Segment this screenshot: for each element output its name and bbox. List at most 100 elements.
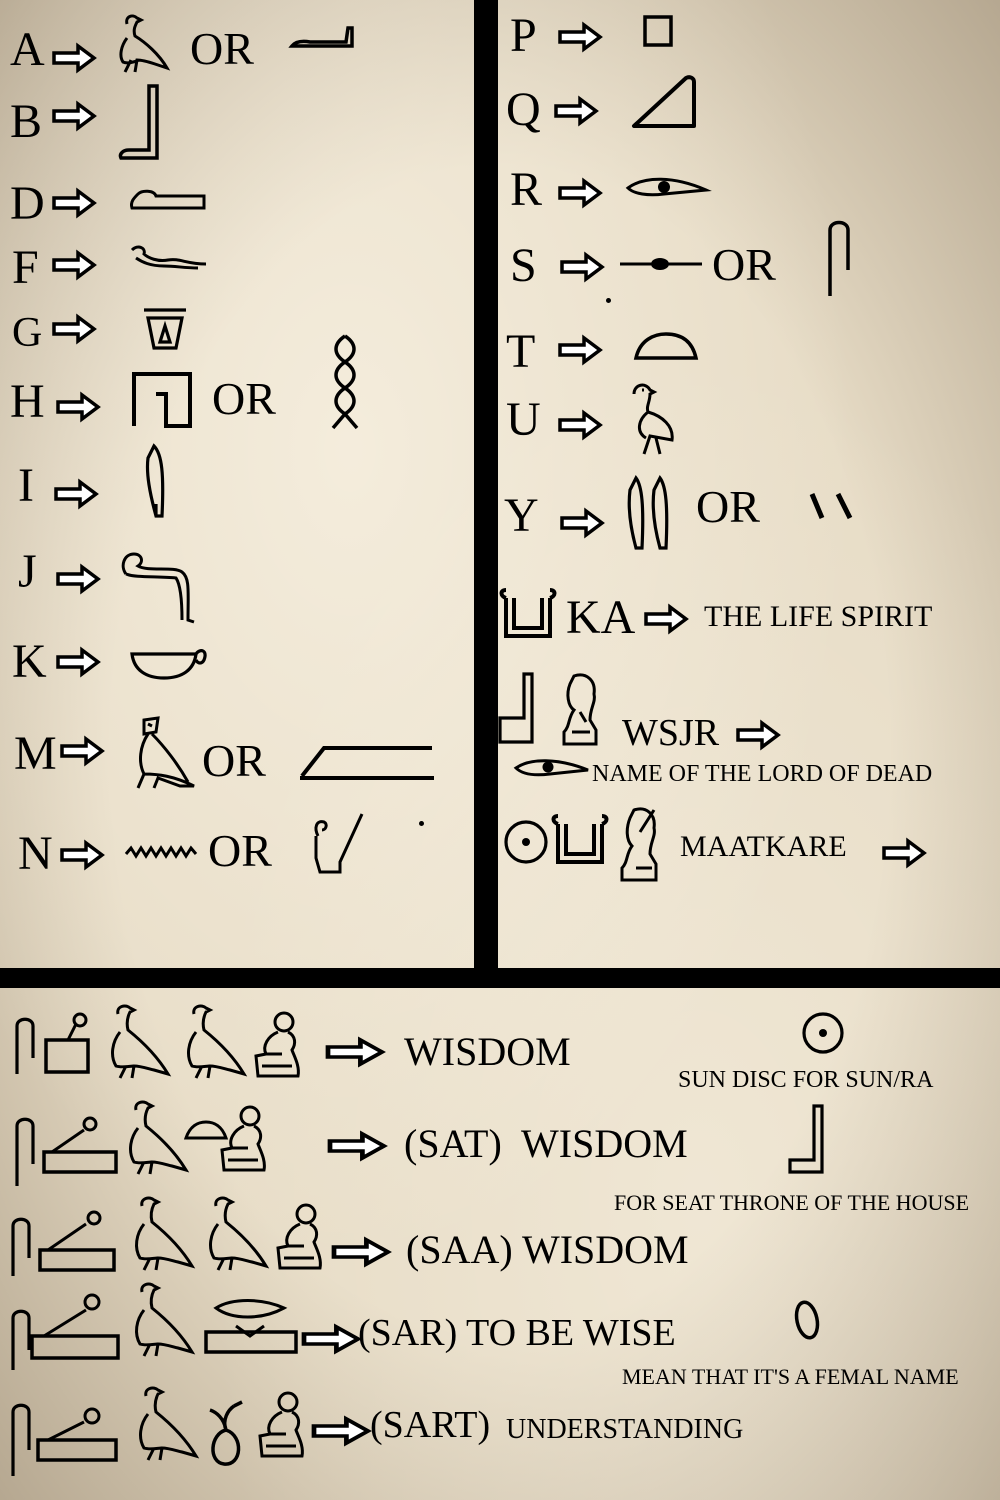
letter-q: Q (506, 83, 541, 136)
forearm-icon (290, 26, 360, 52)
arrow-icon (882, 839, 926, 867)
arrow-icon (644, 605, 688, 633)
seated-man-icon (252, 1390, 312, 1462)
or-label: OR (202, 735, 266, 786)
arrow-icon (334, 1239, 394, 1265)
arrow-icon (736, 721, 780, 749)
seated-man-icon (248, 1010, 308, 1080)
letter-m: M (14, 727, 57, 780)
letter-n: N (18, 827, 53, 880)
arrow-icon (558, 336, 602, 364)
lashing-icon (34, 1400, 122, 1464)
vulture-icon (118, 1100, 192, 1176)
arrow-icon (52, 315, 96, 343)
water-icon (124, 844, 200, 860)
note-female: MEAN THAT IT'S A FEMAL NAME (622, 1364, 959, 1389)
vulture-icon (105, 12, 175, 76)
arrow-icon (558, 411, 602, 439)
phrase-5: (SART) (370, 1404, 491, 1446)
eye-icon (624, 174, 710, 204)
horizontal-divider (0, 968, 1000, 988)
reed-leaf-icon (142, 444, 168, 520)
door-bolt-icon (618, 258, 704, 270)
letter-a: A (10, 23, 45, 76)
or-label: OR (212, 373, 276, 424)
egg-icon (790, 1298, 826, 1342)
lashing-icon (28, 1290, 124, 1362)
diagonal-strokes-icon (808, 490, 854, 522)
folded-cloth-icon (12, 1114, 38, 1188)
letter-t: T (506, 325, 536, 378)
arrow-icon (328, 1039, 388, 1065)
jar-stand-icon (140, 306, 190, 352)
quail-chick-icon (626, 380, 680, 456)
seated-woman-icon (614, 806, 670, 884)
letter-u: U (506, 393, 541, 446)
ka-arms-icon (550, 816, 610, 866)
letter-r: R (510, 163, 543, 216)
double-reed-icon (626, 476, 676, 552)
arrow-icon (560, 509, 604, 537)
vulture-icon (124, 1282, 198, 1362)
arrow-icon (60, 841, 104, 869)
letter-s: S (510, 239, 537, 292)
wsjr-meaning: NAME OF THE LORD OF DEAD (592, 761, 933, 787)
phrase-1: WISDOM (404, 1029, 571, 1074)
or-label: OR (712, 239, 776, 290)
ka-arms-icon (498, 590, 558, 640)
or-label: OR (208, 825, 272, 876)
arrow-icon (56, 565, 100, 593)
letter-h: H (10, 375, 45, 428)
twisted-flax-icon (325, 334, 365, 430)
vulture-icon (198, 1196, 272, 1274)
phrase-5-meaning: UNDERSTANDING (506, 1414, 744, 1445)
arrow-icon (52, 251, 96, 279)
throne-icon (498, 672, 538, 746)
sun-disc-icon (502, 818, 550, 866)
thread-loop-icon (202, 1396, 250, 1468)
maatkare-label: MAATKARE (680, 830, 847, 863)
red-crown-icon (306, 808, 366, 878)
letter-f: F (12, 241, 39, 294)
ink-dot (419, 821, 424, 826)
mouth-basin-icon (202, 1298, 302, 1356)
courtyard-icon (130, 370, 194, 430)
folded-cloth-icon (8, 1214, 34, 1278)
phrase-2: (SAT) WISDOM (404, 1121, 688, 1166)
letter-k: K (12, 635, 47, 688)
letter-j: J (18, 545, 37, 598)
stool-icon (642, 14, 676, 48)
phrase-4: (SAR) TO BE WISE (358, 1312, 676, 1354)
ink-dot (606, 298, 611, 303)
vertical-divider (474, 0, 498, 970)
phrase-3: (SAA) WISDOM (406, 1227, 689, 1272)
eye-icon (512, 756, 592, 782)
folded-cloth-icon (824, 216, 854, 298)
arrow-icon (554, 97, 598, 125)
arrow-icon (60, 737, 104, 765)
sun-disc-icon (800, 1010, 846, 1056)
note-sun-disc: SUN DISC FOR SUN/RA (678, 1067, 934, 1093)
letter-b: B (10, 95, 43, 148)
owl-icon (128, 712, 200, 790)
arrow-icon (52, 102, 96, 130)
crown-icon (298, 742, 438, 782)
vulture-icon (124, 1196, 198, 1274)
letter-y: Y (504, 489, 539, 542)
arrow-icon (54, 480, 98, 508)
lashing-icon (36, 1206, 120, 1272)
seated-god-icon (556, 672, 608, 748)
cobra-icon (118, 548, 198, 624)
ka-label: KA (566, 591, 636, 644)
arrow-icon (304, 1326, 364, 1352)
letter-d: D (10, 177, 45, 230)
vulture-icon (128, 1386, 202, 1466)
folded-cloth-icon (8, 1400, 34, 1478)
seated-man-icon (270, 1202, 330, 1272)
arrow-icon (52, 44, 96, 72)
folded-cloth-icon (12, 1014, 38, 1076)
hand-icon (128, 186, 208, 214)
arrow-icon (558, 23, 602, 51)
letter-p: P (510, 9, 537, 62)
mat-with-pin-icon (42, 1010, 94, 1076)
